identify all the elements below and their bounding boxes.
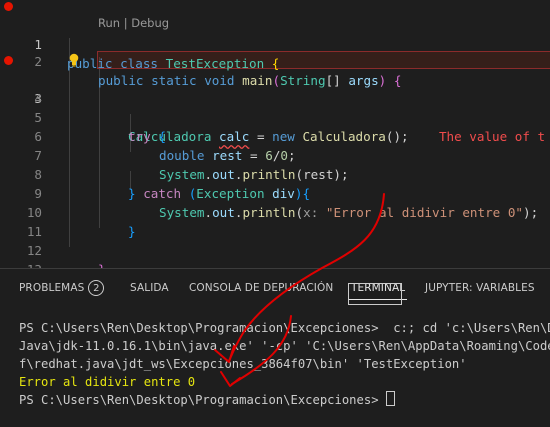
code-line-11[interactable]: 11 (0, 203, 550, 239)
code-line-12[interactable]: 12 } (0, 222, 550, 268)
panel-tabs: PROBLEMAS 2 SALIDA CONSOLA DE DEPURACIÓN … (0, 269, 550, 303)
code-line-10[interactable]: 10 } (0, 184, 550, 239)
code-line-4[interactable]: 4 (0, 70, 550, 106)
code-editor[interactable]: Run | Debug 1 public class TestException… (0, 0, 550, 268)
code-line-9[interactable]: 9 System.out.println(x: "Error al didivi… (0, 165, 550, 220)
code-line-6[interactable]: 6 double rest = 6/0; (0, 108, 550, 163)
code-line-13[interactable]: 13 } (0, 241, 550, 268)
line-number: 13 (14, 260, 42, 268)
terminal-program-output: Error al didivir entre 0 (19, 375, 196, 389)
bottom-panel: PROBLEMAS 2 SALIDA CONSOLA DE DEPURACIÓN … (0, 268, 550, 427)
tab-output[interactable]: SALIDA (130, 280, 169, 300)
problems-count-badge: 2 (88, 280, 105, 296)
code-line-2[interactable]: 2 public static void main(String[] args)… (0, 33, 550, 88)
terminal-cursor (385, 391, 395, 406)
tab-jupyter-variables[interactable]: JUPYTER: VARIABLES (425, 280, 535, 300)
terminal-line: PS C:\Users\Ren\Desktop\Programacion\Exc… (19, 321, 550, 335)
terminal-line: Java\jdk-11.0.16.1\bin\java.exe' '-cp' '… (19, 339, 550, 353)
code-line-1[interactable]: 1 public class TestException { (0, 0, 550, 71)
code-line-5[interactable]: 5 try { (0, 89, 550, 144)
error-dot-icon (4, 56, 13, 65)
tab-debug-console[interactable]: CONSOLA DE DEPURACIÓN (189, 280, 333, 300)
terminal-tab-focus-outline (348, 283, 402, 305)
codelens-run-debug[interactable]: Run | Debug (98, 15, 169, 32)
lightbulb-icon[interactable] (68, 53, 80, 67)
code-line-3[interactable]: 3 Calculadora calc = new Calculadora(); … (0, 51, 550, 144)
terminal-line: f\redhat.java\jdt_ws\Excepciones_3864f07… (19, 357, 467, 371)
code-line-7[interactable]: 7 System.out.println(rest); (0, 127, 550, 182)
code-line-8[interactable]: 8 } catch (Exception div){ (0, 146, 550, 201)
tab-problems[interactable]: PROBLEMAS 2 (19, 280, 105, 300)
terminal-prompt[interactable]: PS C:\Users\Ren\Desktop\Programacion\Exc… (19, 391, 395, 409)
error-dot-icon (4, 2, 13, 11)
